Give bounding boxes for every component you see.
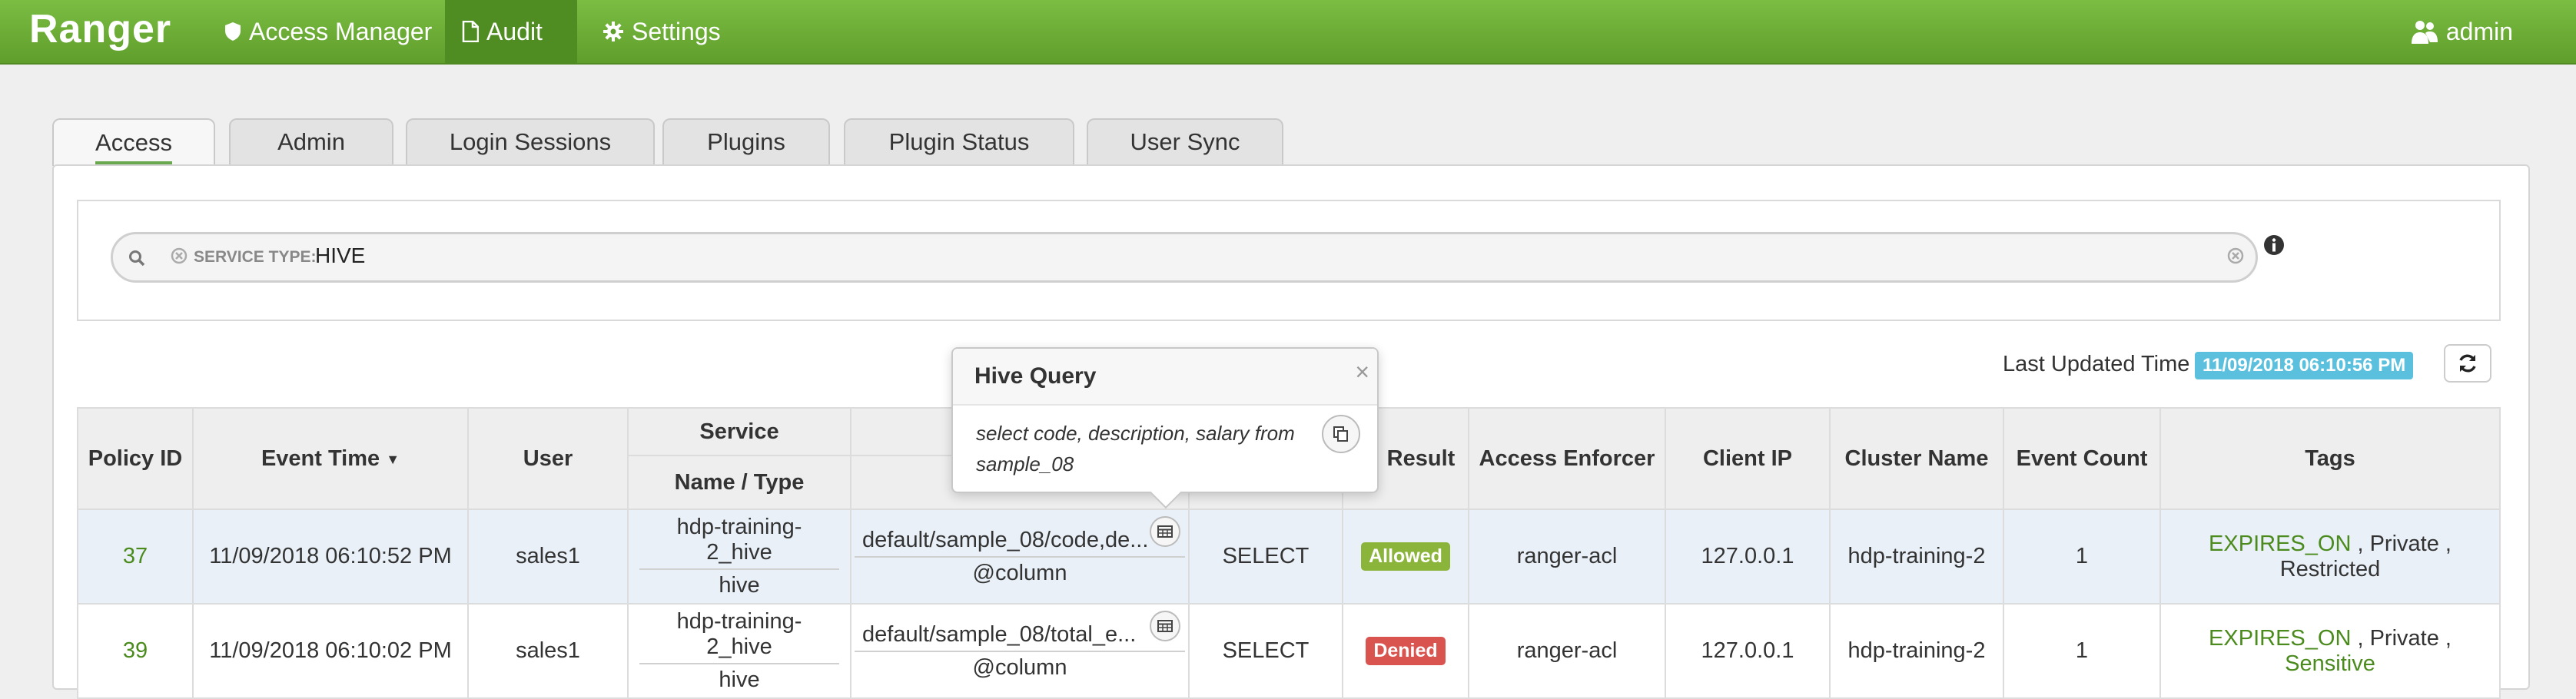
col-group-service: Service	[627, 407, 851, 456]
service-name: hdp-training-2_hive	[639, 605, 839, 664]
user-cell: sales1	[467, 509, 629, 605]
tab-plugin-status[interactable]: Plugin Status	[844, 118, 1074, 164]
tab-login-sessions[interactable]: Login Sessions	[406, 118, 655, 164]
facet-remove-icon[interactable]	[171, 247, 188, 264]
tag-text: Private	[2369, 625, 2439, 651]
tag-text: Private	[2369, 531, 2439, 556]
tag-link[interactable]: EXPIRES_ON	[2209, 532, 2351, 556]
query-table-icon[interactable]	[1150, 516, 1180, 547]
refresh-button[interactable]	[2444, 344, 2491, 383]
service-type: hive	[719, 573, 760, 598]
tab-access-label: Access	[95, 129, 172, 164]
tab-plugins[interactable]: Plugins	[662, 118, 830, 164]
copy-button[interactable]	[1322, 415, 1360, 453]
result-badge: Denied	[1366, 637, 1446, 665]
hive-query-popover: Hive Query × select code, description, s…	[951, 347, 1379, 509]
popover-query-text: select code, description, salary from sa…	[976, 422, 1295, 475]
tag-link[interactable]: EXPIRES_ON	[2209, 626, 2351, 651]
col-event-time[interactable]: Event Time ▼	[192, 407, 469, 510]
client-ip-cell: 127.0.0.1	[1665, 509, 1831, 605]
col-access-enforcer: Access Enforcer	[1468, 407, 1666, 510]
event-time-cell: 11/09/2018 06:10:52 PM	[192, 509, 469, 605]
col-user: User	[467, 407, 629, 510]
nav-settings-label: Settings	[632, 17, 721, 45]
cluster-name-cell: hdp-training-2	[1829, 603, 2004, 699]
table-row[interactable]: 37 11/09/2018 06:10:52 PM sales1 hdp-tra…	[77, 509, 2501, 605]
clear-search-icon[interactable]	[2227, 247, 2244, 264]
tab-user-sync-label: User Sync	[1130, 128, 1240, 155]
col-policy-id: Policy ID	[77, 407, 194, 510]
cluster-name-cell: hdp-training-2	[1829, 509, 2004, 605]
resource-type: @column	[972, 560, 1067, 585]
close-icon[interactable]: ×	[1355, 358, 1369, 386]
tag-link[interactable]: Sensitive	[2285, 651, 2375, 676]
sort-desc-icon: ▼	[386, 451, 400, 467]
top-navbar: Ranger Access Manager Audit Settings adm…	[0, 0, 2576, 65]
search-input[interactable]	[111, 232, 2258, 283]
access-type-cell: SELECT	[1188, 509, 1343, 605]
result-cell: Allowed	[1342, 509, 1469, 605]
service-cell: hdp-training-2_hive hive	[627, 509, 851, 605]
info-icon[interactable]	[2262, 234, 2286, 257]
shield-icon	[225, 22, 241, 41]
facet-label: SERVICE TYPE:	[194, 248, 317, 266]
refresh-icon	[2459, 354, 2476, 373]
col-service-name-type: Name / Type	[627, 455, 851, 510]
gear-icon	[603, 22, 623, 41]
event-count-cell: 1	[2003, 603, 2161, 699]
access-enforcer-cell: ranger-acl	[1468, 603, 1666, 699]
copy-icon	[1333, 426, 1348, 442]
resource-cell: default/sample_08/total_e... @column	[850, 603, 1190, 699]
tab-plugin-status-label: Plugin Status	[888, 128, 1030, 155]
access-type-cell: SELECT	[1188, 603, 1343, 699]
resource-cell: default/sample_08/code,de... @column	[850, 509, 1190, 605]
tab-access[interactable]: Access	[52, 118, 215, 166]
event-time-cell: 11/09/2018 06:10:02 PM	[192, 603, 469, 699]
last-updated-badge: 11/09/2018 06:10:56 PM	[2195, 352, 2414, 379]
tab-admin-label: Admin	[277, 128, 345, 155]
access-enforcer-cell: ranger-acl	[1468, 509, 1666, 605]
nav-access-manager-label: Access Manager	[249, 17, 433, 45]
tags-cell: EXPIRES_ON , Private , Restricted	[2159, 509, 2501, 605]
result-badge: Allowed	[1361, 542, 1450, 571]
resource-path: default/sample_08/total_e...	[855, 618, 1185, 652]
file-icon	[462, 21, 479, 42]
table-row[interactable]: 39 11/09/2018 06:10:02 PM sales1 hdp-tra…	[77, 603, 2501, 699]
popover-title: Hive Query	[953, 349, 1377, 406]
service-type: hive	[719, 668, 760, 692]
service-name: hdp-training-2_hive	[639, 510, 839, 570]
col-event-count: Event Count	[2003, 407, 2161, 510]
col-tags: Tags	[2159, 407, 2501, 510]
tags-cell: EXPIRES_ON , Private , Sensitive	[2159, 603, 2501, 699]
user-name: admin	[2445, 17, 2513, 45]
client-ip-cell: 127.0.0.1	[1665, 603, 1831, 699]
nav-access-manager[interactable]: Access Manager	[207, 0, 449, 63]
last-updated-label: Last Updated Time :	[2003, 352, 2203, 376]
tab-admin[interactable]: Admin	[229, 118, 393, 164]
event-count-cell: 1	[2003, 509, 2161, 605]
col-cluster-name: Cluster Name	[1829, 407, 2004, 510]
service-cell: hdp-training-2_hive hive	[627, 603, 851, 699]
tab-user-sync[interactable]: User Sync	[1087, 118, 1283, 164]
search-icon	[129, 250, 145, 267]
tab-login-sessions-label: Login Sessions	[449, 128, 612, 155]
policy-id-link[interactable]: 37	[77, 509, 194, 605]
col-client-ip: Client IP	[1665, 407, 1831, 510]
tag-text: Restricted	[2279, 556, 2381, 581]
nav-settings[interactable]: Settings	[586, 0, 738, 63]
resource-path: default/sample_08/code,de...	[855, 523, 1185, 558]
result-cell: Denied	[1342, 603, 1469, 699]
resource-type: @column	[972, 654, 1067, 680]
users-icon	[2411, 21, 2438, 44]
policy-id-link[interactable]: 39	[77, 603, 194, 699]
user-menu[interactable]: admin	[2394, 0, 2530, 63]
user-cell: sales1	[467, 603, 629, 699]
facet-value[interactable]: HIVE	[315, 243, 365, 268]
query-table-icon[interactable]	[1150, 611, 1180, 641]
nav-audit-label: Audit	[486, 17, 543, 45]
nav-audit[interactable]: Audit	[445, 0, 577, 63]
brand-logo[interactable]: Ranger	[29, 6, 171, 52]
tab-plugins-label: Plugins	[707, 128, 785, 155]
col-event-time-label: Event Time	[261, 446, 380, 471]
